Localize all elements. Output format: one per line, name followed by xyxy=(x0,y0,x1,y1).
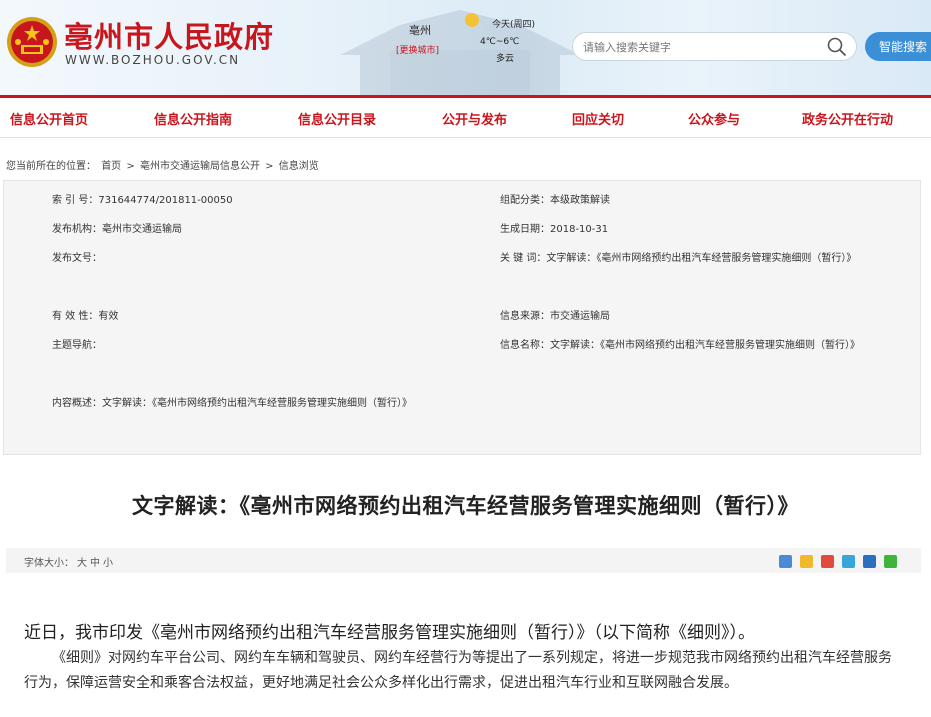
info-keywords: 关 键 词：文字解读：《亳州市网络预约出租汽车经营服务管理实施细则（暂行）》 xyxy=(500,244,892,273)
keywords-value: 文字解读：《亳州市网络预约出租汽车经营服务管理实施细则（暂行）》 xyxy=(546,253,857,264)
font-size-label: 字体大小： xyxy=(24,558,74,569)
main-nav: 信息公开首页 信息公开指南 信息公开目录 公开与发布 回应关切 公众参与 政务公… xyxy=(0,95,931,138)
index-label: 索 引 号： xyxy=(52,195,99,206)
nav-item-in-action[interactable]: 政务公开在行动 xyxy=(802,109,893,128)
change-city-link[interactable]: [更换城市] xyxy=(396,43,439,56)
info-doc-no: 发布文号： xyxy=(52,244,102,273)
date-value: 2018-10-31 xyxy=(550,224,609,235)
topic-label: 主题导航： xyxy=(52,340,102,351)
info-topic: 主题导航： xyxy=(52,331,102,360)
info-category: 组配分类：本级政策解读 xyxy=(500,186,610,215)
publisher-label: 发布机构： xyxy=(52,224,102,235)
font-size-control: 字体大小：大中小 xyxy=(24,554,113,569)
weather-day: 今天(周四) xyxy=(492,20,536,30)
info-validity: 有 效 性：有效 xyxy=(52,302,118,331)
site-url: WWW.BOZHOU.GOV.CN xyxy=(65,53,241,67)
category-value: 本级政策解读 xyxy=(550,195,610,206)
publisher-value: 亳州市交通运输局 xyxy=(102,224,182,235)
source-label: 信息来源： xyxy=(500,311,550,322)
search-input[interactable] xyxy=(583,37,813,57)
article-body: 《细则》对网约车平台公司、网约车车辆和驾驶员、网约车经营行为等提出了一系列规定，… xyxy=(24,650,892,691)
breadcrumb-home[interactable]: 首页 xyxy=(101,161,121,172)
nav-item-info-home[interactable]: 信息公开首页 xyxy=(10,109,88,128)
info-source: 信息来源：市交通运输局 xyxy=(500,302,610,331)
smart-search-button[interactable]: 智能搜索 xyxy=(865,32,931,61)
breadcrumb-separator: > xyxy=(126,161,135,172)
search-icon[interactable] xyxy=(827,37,847,57)
font-medium-button[interactable]: 中 xyxy=(90,558,100,569)
summary-value: 文字解读：《亳州市网络预约出租汽车经营服务管理实施细则（暂行）》 xyxy=(102,398,412,409)
nav-item-publish[interactable]: 公开与发布 xyxy=(442,109,507,128)
plus-share-icon[interactable] xyxy=(778,555,792,568)
summary-label: 内容概述： xyxy=(52,398,102,409)
breadcrumb-prefix: 您当前所在的位置： xyxy=(6,161,96,172)
source-value: 市交通运输局 xyxy=(550,311,610,322)
breadcrumb: 您当前所在的位置： 首页 > 亳州市交通运输局信息公开 > 信息浏览 xyxy=(6,157,321,172)
info-metadata-panel: 索 引 号：731644774/201811-00050 组配分类：本级政策解读… xyxy=(3,180,921,455)
breadcrumb-current[interactable]: 信息浏览 xyxy=(279,161,319,172)
weather-temperature: 4℃~6℃ xyxy=(480,37,520,47)
keywords-label: 关 键 词： xyxy=(500,253,547,264)
index-value: 731644774/201811-00050 xyxy=(98,195,233,206)
info-name: 信息名称：文字解读：《亳州市网络预约出租汽车经营服务管理实施细则（暂行）》 xyxy=(500,331,892,360)
page: 亳州市人民政府 WWW.BOZHOU.GOV.CN 亳州 [更换城市] 今天(周… xyxy=(0,0,931,717)
share-bar xyxy=(776,553,897,568)
national-emblem-icon xyxy=(7,17,57,67)
nav-item-response[interactable]: 回应关切 xyxy=(572,109,624,128)
weather-condition: 多云 xyxy=(496,54,515,64)
name-label: 信息名称： xyxy=(500,340,550,351)
nav-item-participation[interactable]: 公众参与 xyxy=(688,109,740,128)
search-box xyxy=(572,32,857,61)
qzone-icon[interactable] xyxy=(799,555,813,568)
article-title: 文字解读：《亳州市网络预约出租汽车经营服务管理实施细则（暂行）》 xyxy=(132,494,799,518)
info-publisher: 发布机构：亳州市交通运输局 xyxy=(52,215,182,244)
renren-icon[interactable] xyxy=(862,555,876,568)
date-label: 生成日期： xyxy=(500,224,550,235)
info-summary: 内容概述：文字解读：《亳州市网络预约出租汽车经营服务管理实施细则（暂行）》 xyxy=(52,389,444,418)
city-name: 亳州 xyxy=(409,24,431,37)
article-toolbar: 字体大小：大中小 xyxy=(6,548,921,573)
validity-value: 有效 xyxy=(98,311,119,322)
font-large-button[interactable]: 大 xyxy=(77,558,87,569)
breadcrumb-separator: > xyxy=(265,161,274,172)
font-small-button[interactable]: 小 xyxy=(103,558,113,569)
info-index: 索 引 号：731644774/201811-00050 xyxy=(52,186,233,215)
tencent-weibo-icon[interactable] xyxy=(841,555,855,568)
nav-item-info-guide[interactable]: 信息公开指南 xyxy=(154,109,232,128)
nav-item-info-catalog[interactable]: 信息公开目录 xyxy=(298,109,376,128)
sun-cloud-icon xyxy=(465,13,479,27)
wechat-icon[interactable] xyxy=(884,555,897,568)
category-label: 组配分类： xyxy=(500,195,550,206)
site-header: 亳州市人民政府 WWW.BOZHOU.GOV.CN 亳州 [更换城市] 今天(周… xyxy=(0,0,931,95)
breadcrumb-bureau[interactable]: 亳州市交通运输局信息公开 xyxy=(140,161,260,172)
validity-label: 有 效 性： xyxy=(52,311,99,322)
article-lead: 近日，我市印发《亳州市网络预约出租汽车经营服务管理实施细则（暂行）》（以下简称《… xyxy=(24,623,755,643)
info-date: 生成日期：2018-10-31 xyxy=(500,215,608,244)
name-value: 文字解读：《亳州市网络预约出租汽车经营服务管理实施细则（暂行）》 xyxy=(550,340,860,351)
site-title[interactable]: 亳州市人民政府 xyxy=(64,14,274,56)
weibo-icon[interactable] xyxy=(820,555,834,568)
doc-no-label: 发布文号： xyxy=(52,253,102,264)
